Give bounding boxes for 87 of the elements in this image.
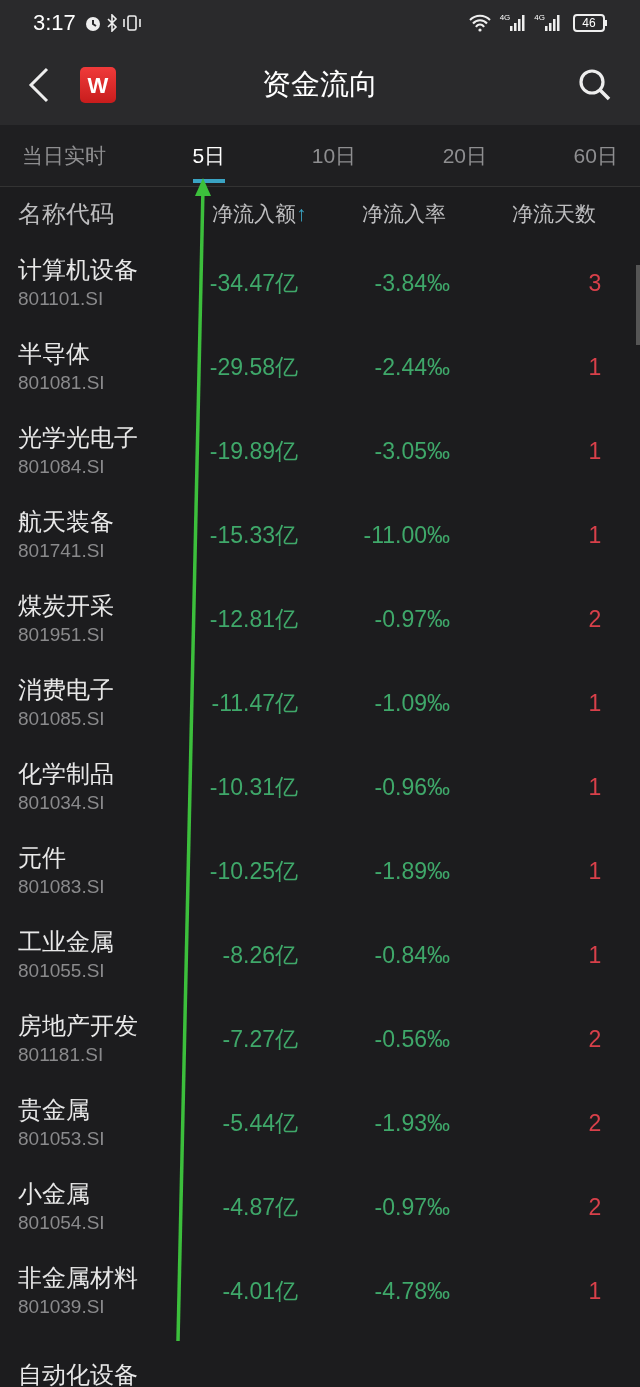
column-header[interactable]: 净流入率 [335,198,495,230]
net-inflow-amount: -19.89亿 [209,436,298,466]
bluetooth-icon [105,13,118,32]
sector-code: 801053.SI [18,1127,106,1151]
sector-code: 801084.SI [18,455,106,479]
wifi-icon [467,13,492,32]
sector-name: 工业金属 [18,927,115,957]
sector-name: 非金属材料 [18,1263,139,1293]
net-inflow-amount: -29.58亿 [209,352,298,382]
sector-name: 消费电子 [18,675,115,705]
net-inflow-rate: -0.97‰ [374,604,450,634]
net-inflow-days: 1 [588,937,602,973]
net-inflow-amount: -15.33亿 [209,520,298,550]
net-inflow-days: 2 [588,1189,602,1225]
sector-name: 元件 [18,843,67,873]
period-tab[interactable]: 10日 [311,124,357,187]
period-tab[interactable]: 20日 [442,124,488,187]
sector-name: 半导体 [18,339,91,369]
sector-code: 801054.SI [18,1211,106,1235]
sector-name: 小金属 [18,1179,91,1209]
sector-name: 自动化设备 [18,1360,139,1387]
sector-code: 801055.SI [18,959,106,983]
net-inflow-days: 1 [588,769,602,805]
net-inflow-rate: -0.97‰ [374,1192,450,1222]
net-inflow-amount: -10.31亿 [209,772,298,802]
net-inflow-days: 1 [588,1273,602,1309]
net-inflow-amount: -5.44亿 [222,1108,298,1138]
net-inflow-amount: -7.27亿 [222,1024,298,1054]
sector-code: 801039.SI [18,1295,106,1319]
sector-name: 化学制品 [18,759,115,789]
sector-code: 801101.SI [18,287,105,311]
app-logo: W [80,67,116,103]
network-type: 4G [499,13,511,22]
net-inflow-days: 1 [588,853,602,889]
period-tab[interactable]: 当日实时 [22,124,106,187]
net-inflow-days: 2 [588,1105,602,1141]
net-inflow-amount: -12.81亿 [209,604,298,634]
net-inflow-rate: -11.00‰ [363,520,450,550]
page-title: 资金流向 [262,67,378,103]
column-header[interactable]: 净流入额↑ [195,198,335,230]
net-inflow-rate: -1.09‰ [374,688,450,718]
signal-icon [545,13,561,32]
column-header: 名称代码 [17,199,115,229]
sector-code: 801083.SI [18,875,106,899]
net-inflow-amount: -4.01亿 [222,1276,298,1306]
sector-name: 煤炭开采 [18,591,115,621]
sector-name: 光学光电子 [18,423,139,453]
sector-code: 801034.SI [18,791,106,815]
net-inflow-rate: -3.05‰ [374,436,450,466]
net-inflow-days: 1 [588,685,602,721]
net-inflow-rate: -3.84‰ [374,268,450,298]
sector-name: 计算机设备 [18,255,139,285]
vibrate-icon [121,13,142,32]
sector-name: 航天装备 [18,507,115,537]
back-icon[interactable] [28,67,50,103]
signal-icon [510,13,527,32]
net-inflow-amount: -34.47亿 [209,268,298,298]
net-inflow-rate: -0.84‰ [374,940,450,970]
sector-code: 801181.SI [18,1043,105,1067]
net-inflow-rate: -1.93‰ [374,1108,450,1138]
battery-level: 46 [582,16,596,29]
net-inflow-amount: -4.87亿 [222,1192,298,1222]
search-icon[interactable] [578,68,612,102]
sector-code: 801951.SI [18,623,106,647]
period-tab[interactable]: 60日 [573,124,618,187]
network-type: 4G [534,13,545,22]
sector-name: 房地产开发 [18,1011,139,1041]
net-inflow-days: 2 [588,1021,602,1057]
net-inflow-rate: -0.56‰ [374,1024,450,1054]
net-inflow-rate: -4.78‰ [374,1276,450,1306]
net-inflow-days: 1 [588,517,602,553]
net-inflow-rate: -2.44‰ [374,352,450,382]
net-inflow-days: 3 [588,265,602,301]
sector-code: 801741.SI [18,539,106,563]
status-time: 3:17 [33,9,76,37]
net-inflow-days: 1 [588,433,602,469]
net-inflow-amount: -11.47亿 [211,688,298,718]
net-inflow-amount: -10.25亿 [209,856,298,886]
net-inflow-amount: -8.26亿 [222,940,298,970]
column-header[interactable]: 净流天数 [495,198,596,230]
net-inflow-days: 1 [588,349,602,385]
sector-code: 801081.SI [18,371,106,395]
net-inflow-rate: -1.89‰ [374,856,450,886]
sector-code: 801085.SI [18,707,106,731]
net-inflow-rate: -0.96‰ [374,772,450,802]
sector-name: 贵金属 [18,1095,91,1125]
net-inflow-days: 2 [588,601,602,637]
